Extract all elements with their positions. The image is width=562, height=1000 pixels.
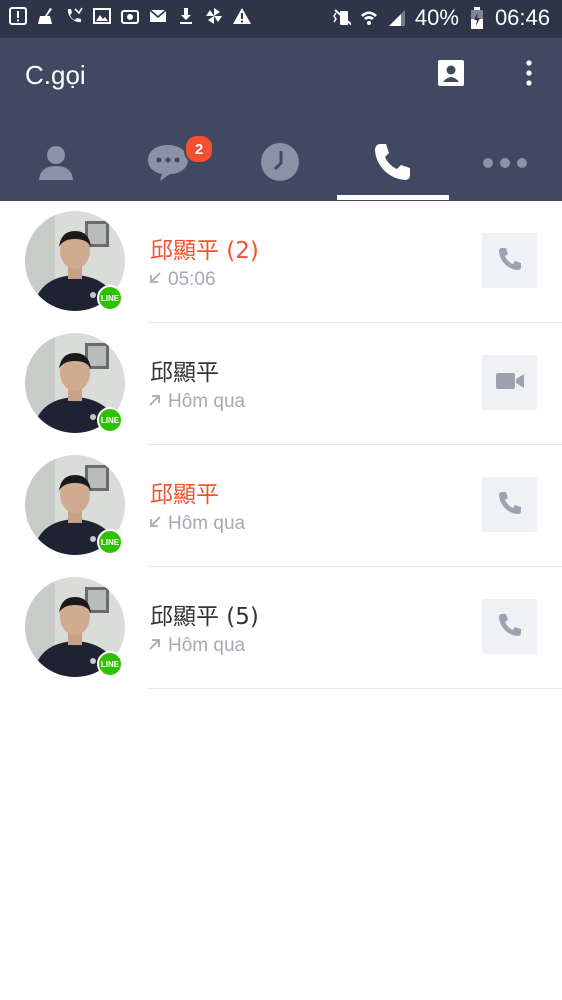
tab-bar: 2: [0, 126, 562, 201]
voice-call-button[interactable]: [482, 233, 537, 288]
call-row[interactable]: LINE 邱顯平 (5) Hôm qua: [0, 567, 562, 689]
call-info: Hôm qua: [148, 513, 245, 535]
call-info: Hôm qua: [148, 635, 245, 657]
line-badge-text: LINE: [100, 415, 120, 425]
tab-friends[interactable]: [0, 126, 112, 201]
outgoing-call-arrow-icon: [148, 391, 162, 413]
call-time: Hôm qua: [168, 391, 246, 412]
video-call-button[interactable]: [482, 355, 537, 410]
incoming-call-arrow-icon: [148, 269, 162, 291]
tab-chats[interactable]: 2: [112, 126, 224, 201]
tab-calls[interactable]: [337, 126, 449, 201]
call-time: Hôm qua: [168, 635, 246, 656]
battery-percent: 40%: [414, 5, 459, 30]
unread-badge: 2: [184, 134, 214, 164]
phone-icon: [373, 142, 413, 186]
broom-icon: [36, 6, 56, 26]
line-badge-text: LINE: [100, 537, 120, 547]
warning-icon: [232, 6, 252, 26]
contacts-icon: [438, 60, 464, 90]
contact-name: 邱顯平 (2): [150, 238, 259, 264]
more-dots-icon: [482, 154, 528, 173]
alert-box-icon: [8, 6, 28, 26]
phone-icon: [497, 612, 523, 642]
line-app-badge: LINE: [97, 651, 123, 677]
outgoing-call-arrow-icon: [148, 635, 162, 657]
person-icon: [36, 142, 76, 186]
pinwheel-icon: [204, 6, 224, 26]
call-info: Hôm qua: [148, 391, 245, 413]
incoming-call-arrow-icon: [148, 513, 162, 535]
clock-icon: [260, 142, 300, 186]
download-icon: [176, 6, 196, 26]
mail-icon: [148, 6, 168, 26]
phone-icon: [497, 246, 523, 276]
camera-icon: [120, 6, 140, 26]
call-history-list: LINE 邱顯平 (2) 05:06 LINE 邱顯平 Hôm qua LINE…: [0, 201, 562, 689]
image-icon: [92, 6, 112, 26]
contact-name: 邱顯平: [150, 482, 219, 508]
line-app-badge: LINE: [97, 407, 123, 433]
line-app-badge: LINE: [97, 529, 123, 555]
contact-name: 邱顯平 (5): [150, 604, 259, 630]
system-status: 40% 06:46: [331, 5, 550, 31]
voice-call-button[interactable]: [482, 477, 537, 532]
notification-icons: [8, 6, 252, 26]
voice-call-button[interactable]: [482, 599, 537, 654]
vibrate-mute-icon: [331, 8, 351, 28]
page-title: C.gọi: [25, 60, 86, 90]
call-row[interactable]: LINE 邱顯平 (2) 05:06: [0, 201, 562, 323]
clock-time: 06:46: [494, 5, 550, 30]
line-app-badge: LINE: [97, 285, 123, 311]
tab-timeline[interactable]: [224, 126, 336, 201]
call-row[interactable]: LINE 邱顯平 Hôm qua: [0, 323, 562, 445]
call-info: 05:06: [148, 269, 216, 291]
signal-icon: [387, 8, 407, 28]
contacts-button[interactable]: [433, 57, 469, 93]
tab-more[interactable]: [449, 126, 561, 201]
line-badge-text: LINE: [100, 659, 120, 669]
contact-name: 邱顯平: [150, 360, 219, 386]
battery-icon: [467, 7, 487, 29]
missed-call-icon: [64, 6, 84, 26]
call-time: 05:06: [168, 269, 216, 290]
row-divider: [148, 688, 562, 689]
line-badge-text: LINE: [100, 293, 120, 303]
overflow-menu-icon: [525, 59, 533, 91]
phone-icon: [497, 490, 523, 520]
overflow-menu-button[interactable]: [511, 57, 547, 93]
app-header: C.gọi 2: [0, 38, 562, 201]
call-row[interactable]: LINE 邱顯平 Hôm qua: [0, 445, 562, 567]
wifi-icon: [359, 8, 379, 28]
status-bar: 40% 06:46: [0, 0, 562, 38]
video-camera-icon: [495, 370, 525, 396]
call-time: Hôm qua: [168, 513, 246, 534]
